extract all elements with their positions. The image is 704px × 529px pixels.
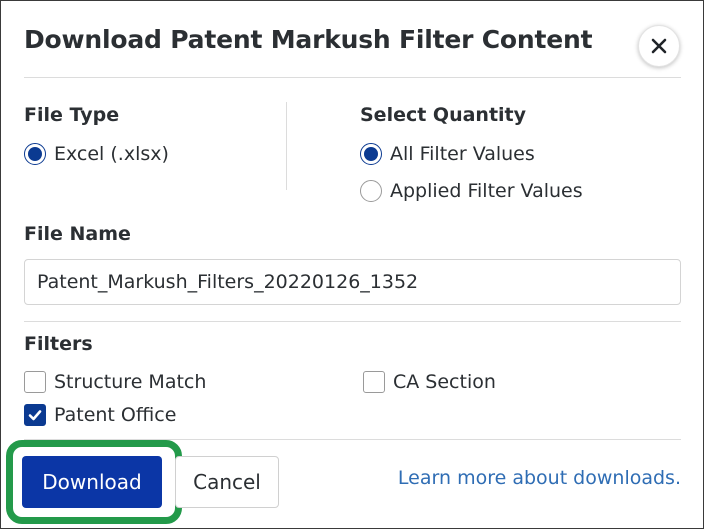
checkbox-label: CA Section (393, 371, 496, 393)
checkbox-ca-section[interactable]: CA Section (363, 371, 496, 393)
radio-excel[interactable]: Excel (.xlsx) (24, 143, 169, 165)
radio-selected-icon (24, 143, 46, 165)
divider (24, 321, 681, 322)
checkbox-label: Patent Office (54, 404, 177, 426)
checkbox-patent-office[interactable]: Patent Office (24, 404, 176, 426)
download-button[interactable]: Download (22, 456, 162, 508)
close-icon (651, 38, 667, 54)
filters-label: Filters (24, 333, 93, 355)
radio-unselected-icon (360, 180, 382, 202)
column-divider (286, 102, 287, 190)
radio-applied-filter-values[interactable]: Applied Filter Values (360, 180, 583, 202)
close-button[interactable] (638, 25, 680, 67)
select-quantity-label: Select Quantity (360, 104, 527, 126)
download-dialog: Download Patent Markush Filter Content F… (0, 0, 704, 529)
divider (24, 77, 681, 78)
radio-label: All Filter Values (390, 143, 535, 165)
file-name-label: File Name (24, 223, 131, 245)
checkbox-unchecked-icon (363, 371, 385, 393)
learn-more-link[interactable]: Learn more about downloads. (385, 467, 681, 489)
file-type-label: File Type (24, 104, 120, 126)
cancel-button[interactable]: Cancel (175, 456, 279, 508)
radio-selected-icon (360, 143, 382, 165)
radio-all-filter-values[interactable]: All Filter Values (360, 143, 535, 165)
file-name-input[interactable] (24, 259, 681, 305)
checkbox-label: Structure Match (54, 371, 207, 393)
radio-label: Excel (.xlsx) (54, 143, 169, 165)
radio-label: Applied Filter Values (390, 180, 583, 202)
checkbox-structure-match[interactable]: Structure Match (24, 371, 206, 393)
checkbox-unchecked-icon (24, 371, 46, 393)
dialog-title: Download Patent Markush Filter Content (24, 25, 593, 54)
checkmark-icon (24, 404, 46, 426)
